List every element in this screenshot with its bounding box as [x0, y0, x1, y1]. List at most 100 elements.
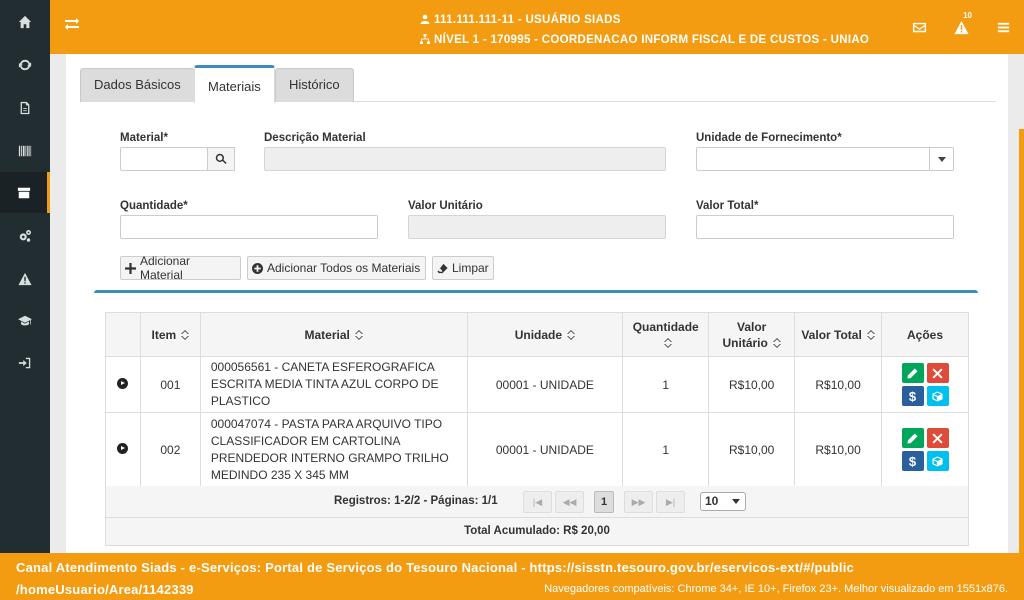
sort-icon[interactable] — [866, 328, 875, 340]
top-header: 111.111.111-11 - USUÁRIO SIADS NÍVEL 1 -… — [50, 0, 1024, 54]
gears-icon[interactable] — [0, 214, 50, 257]
quantidade-input[interactable] — [120, 215, 378, 239]
user-icon — [420, 11, 430, 24]
sign-in-icon[interactable] — [0, 341, 50, 384]
pagination-info: Registros: 1-2/2 - Páginas: 1/1 — [334, 495, 498, 507]
item-cell: 001 — [139, 356, 201, 413]
notifications-warning-icon[interactable]: 10 — [940, 0, 982, 54]
current-page-button[interactable]: 1 — [594, 491, 614, 513]
page-size-select[interactable]: 10 — [700, 492, 746, 511]
valor-unitario-cell: R$10,00 — [708, 412, 796, 487]
edit-pencil-icon[interactable] — [901, 363, 924, 383]
valor-unitario-column-header[interactable]: Valor Unitário — [708, 312, 796, 357]
home-icon[interactable] — [0, 0, 50, 43]
sort-icon[interactable] — [567, 328, 576, 340]
edit-pencil-icon[interactable] — [901, 428, 924, 448]
footer-compat-text: Navegadores compatíveis: Chrome 34+, IE … — [544, 583, 1008, 595]
next-page-button[interactable]: ▶▶ — [624, 491, 653, 513]
pagination: Registros: 1-2/2 - Páginas: 1/1 |◀ ◀◀ 1 … — [105, 486, 969, 518]
tab-historico[interactable]: Histórico — [275, 68, 354, 102]
scrollbar[interactable] — [1019, 129, 1024, 553]
valor-total-cell: R$10,00 — [794, 412, 883, 487]
quantidade-column-header[interactable]: Quantidade — [622, 312, 710, 357]
expand-cell[interactable] — [105, 412, 141, 487]
plus-circle-icon — [252, 262, 263, 274]
expand-row-icon[interactable] — [117, 442, 129, 454]
cube-icon[interactable] — [926, 386, 949, 406]
table-row: 001 000056561 - CANETA ESFEROGRAFICA ESC… — [105, 356, 969, 413]
sort-icon[interactable] — [181, 328, 190, 340]
menu-toggle-icon[interactable] — [64, 16, 80, 38]
material-input[interactable] — [120, 147, 208, 171]
expand-row-icon[interactable] — [117, 377, 129, 389]
valor-total-cell: R$10,00 — [794, 356, 883, 413]
dollar-icon[interactable]: $ — [901, 386, 924, 406]
file-icon[interactable] — [0, 86, 50, 129]
graduation-cap-icon[interactable] — [0, 299, 50, 342]
eraser-icon — [437, 263, 448, 273]
valor-unitario-cell: R$10,00 — [708, 356, 796, 413]
delete-x-icon[interactable] — [926, 428, 949, 448]
valor-total-column-header[interactable]: Valor Total — [794, 312, 883, 357]
envelope-icon[interactable] — [898, 0, 940, 54]
refresh-icon[interactable] — [0, 43, 50, 86]
acoes-column-header: Ações — [881, 312, 969, 357]
material-cell: 000056561 - CANETA ESFEROGRAFICA ESCRITA… — [199, 356, 468, 413]
tab-materiais[interactable]: Materiais — [194, 65, 275, 103]
descricao-label: Descrição Material — [264, 132, 366, 144]
last-page-button[interactable]: ▶| — [656, 491, 685, 513]
quantidade-label: Quantidade* — [120, 200, 188, 212]
hamburger-menu-icon[interactable] — [982, 0, 1024, 54]
chevron-down-icon[interactable] — [929, 147, 953, 171]
user-line-text: 111.111.111-11 - USUÁRIO SIADS — [434, 14, 621, 26]
footer: Canal Atendimento Siads - e-Serviços: Po… — [0, 553, 1024, 600]
adicionar-todos-label: Adicionar Todos os Materiais — [267, 261, 421, 275]
limpar-label: Limpar — [452, 261, 489, 275]
sitemap-icon — [420, 31, 430, 44]
descricao-input — [264, 147, 666, 171]
warning-icon[interactable] — [0, 257, 50, 300]
first-page-button[interactable]: |◀ — [523, 491, 552, 513]
unidade-column-header[interactable]: Unidade — [466, 312, 624, 357]
material-cell: 000047074 - PASTA PARA ARQUIVO TIPO CLAS… — [199, 412, 468, 487]
sort-icon[interactable] — [772, 336, 781, 348]
material-search-button[interactable] — [207, 147, 235, 171]
item-column-header[interactable]: Item — [139, 312, 201, 357]
tab-dados-basicos[interactable]: Dados Básicos — [80, 68, 195, 102]
sort-icon[interactable] — [354, 328, 363, 340]
limpar-button[interactable]: Limpar — [432, 256, 494, 280]
valor-total-input[interactable] — [696, 215, 954, 239]
dollar-icon[interactable]: $ — [901, 451, 924, 471]
adicionar-todos-button[interactable]: Adicionar Todos os Materiais — [247, 256, 426, 280]
sort-icon[interactable] — [664, 336, 673, 348]
acoes-cell: $ — [881, 412, 969, 487]
unidade-fornecimento-label: Unidade de Fornecimento* — [696, 132, 842, 144]
table-header-row: Item Material Unidade Quantidade Valor U… — [105, 312, 969, 357]
unidade-fornecimento-select[interactable] — [696, 147, 954, 171]
quantidade-cell: 1 — [622, 412, 710, 487]
total-acumulado: Total Acumulado: R$ 20,00 — [105, 518, 969, 546]
unidade-cell: 00001 - UNIDADE — [466, 356, 624, 413]
valor-unitario-input — [408, 215, 666, 239]
prev-page-button[interactable]: ◀◀ — [555, 491, 584, 513]
archive-icon[interactable] — [0, 172, 50, 213]
user-line: 111.111.111-11 - USUÁRIO SIADS — [420, 10, 869, 30]
cube-icon[interactable] — [926, 451, 949, 471]
valor-unitario-label: Valor Unitário — [408, 200, 483, 212]
page-size-value: 10 — [705, 494, 719, 508]
content-card: Dados Básicos Materiais Histórico Materi… — [66, 54, 1008, 553]
main-content: Dados Básicos Materiais Histórico Materi… — [50, 54, 1024, 553]
unit-line-text: NÍVEL 1 - 170995 - COORDENACAO INFORM FI… — [434, 34, 870, 46]
sidebar — [0, 0, 50, 553]
unit-line: NÍVEL 1 - 170995 - COORDENACAO INFORM FI… — [420, 30, 869, 50]
expand-cell[interactable] — [105, 356, 141, 413]
delete-x-icon[interactable] — [926, 363, 949, 383]
adicionar-material-button[interactable]: Adicionar Material — [120, 254, 241, 282]
search-icon — [215, 153, 227, 165]
material-column-header[interactable]: Material — [199, 312, 468, 357]
table-row: 002 000047074 - PASTA PARA ARQUIVO TIPO … — [105, 412, 969, 487]
adicionar-material-label: Adicionar Material — [140, 254, 191, 282]
material-label: Material* — [120, 132, 168, 144]
barcode-icon[interactable] — [0, 129, 50, 172]
unidade-cell: 00001 - UNIDADE — [466, 412, 624, 487]
